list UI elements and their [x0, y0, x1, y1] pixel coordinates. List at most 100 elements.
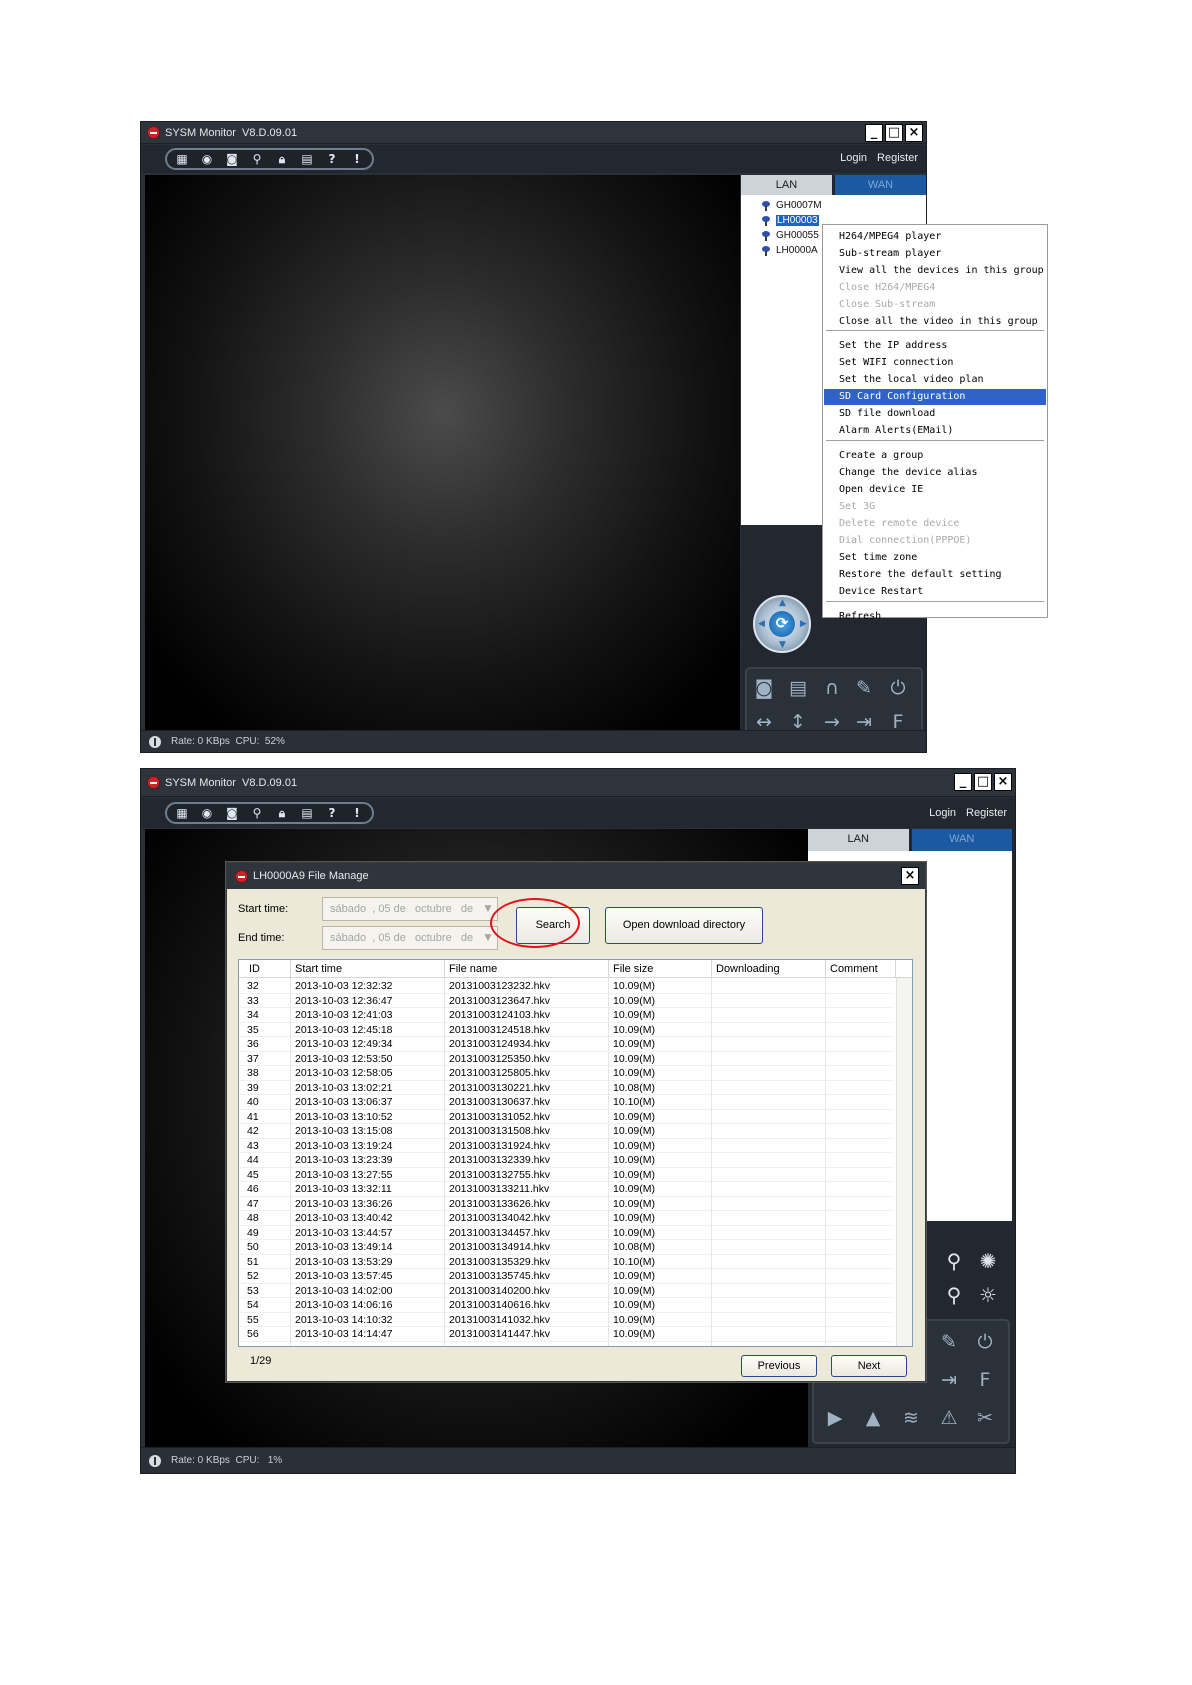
input-icon[interactable]: ⇥ — [936, 1367, 962, 1393]
table-row[interactable]: 37 2013-10-03 12:53:50 20131003125350.hkv 1… — [239, 1052, 894, 1066]
zoom-out-icon[interactable]: ⚲ — [940, 1281, 968, 1309]
film-icon[interactable]: ▤ — [785, 675, 811, 701]
context-menu-item[interactable]: H264/MPEG4 player — [824, 229, 1046, 245]
table-row[interactable]: 39 2013-10-03 13:02:21 20131003130221.hkv 1… — [239, 1081, 894, 1095]
flag-icon[interactable]: ▶ — [822, 1405, 848, 1431]
login-link[interactable]: Login — [840, 152, 867, 164]
camera-snapshot-icon[interactable]: ◙ — [224, 151, 240, 167]
end-time-picker[interactable]: sábado , 05 de octubre de ▼ — [322, 926, 498, 950]
wrench-icon[interactable]: ✂ — [972, 1405, 998, 1431]
close-button[interactable]: × — [905, 124, 923, 142]
info-icon[interactable]: ! — [349, 151, 365, 167]
ptz-up-icon[interactable]: ▲ — [779, 598, 786, 608]
table-row[interactable]: 34 2013-10-03 12:41:03 20131003124103.hkv 1… — [239, 1008, 894, 1023]
table-row[interactable]: 47 2013-10-03 13:36:26 20131003133626.hkv 1… — [239, 1197, 894, 1211]
table-row[interactable]: 42 2013-10-03 13:15:08 20131003131508.hkv 1… — [239, 1124, 894, 1139]
table-row[interactable]: 53 2013-10-03 14:02:00 20131003140200.hkv 1… — [239, 1284, 894, 1298]
column-header[interactable]: Start time — [291, 960, 445, 978]
context-menu-item[interactable]: Close all the video in this group — [824, 314, 1046, 330]
f-icon[interactable]: F — [972, 1367, 998, 1393]
camera-snapshot-icon[interactable]: ◙ — [224, 805, 240, 821]
previous-button[interactable]: Previous — [741, 1355, 817, 1377]
table-row[interactable]: 49 2013-10-03 13:44:57 20131003134457.hkv 1… — [239, 1226, 894, 1240]
help-icon[interactable]: ? — [324, 805, 340, 821]
power-icon[interactable]: ⏻ — [972, 1329, 998, 1355]
camera-icon[interactable]: ◙ — [751, 675, 777, 701]
microphone-icon[interactable]: ✎ — [851, 675, 877, 701]
tab-lan[interactable]: LAN — [741, 175, 832, 195]
headphones-icon[interactable]: ∩ — [819, 675, 845, 701]
context-menu-item[interactable]: Set time zone — [824, 550, 1046, 566]
layout-grid-icon[interactable]: ▦ — [174, 805, 190, 821]
ptz-control[interactable]: ▲ ▼ ◀ ▶ ⟳ — [753, 595, 811, 653]
register-link[interactable]: Register — [966, 807, 1007, 819]
video-viewport[interactable] — [145, 175, 740, 731]
device-item-selected[interactable]: LH00003 — [761, 214, 819, 227]
wifi-icon[interactable]: ≋ — [898, 1405, 924, 1431]
lock-icon[interactable]: 🔒︎ — [274, 805, 290, 821]
sail-icon[interactable]: ▲ — [860, 1405, 886, 1431]
table-row[interactable]: 45 2013-10-03 13:27:55 20131003132755.hkv 1… — [239, 1168, 894, 1182]
lock-icon[interactable]: 🔒︎ — [274, 151, 290, 167]
table-row[interactable]: 35 2013-10-03 12:45:18 20131003124518.hkv 1… — [239, 1023, 894, 1037]
context-menu-item[interactable]: Set WIFI connection — [824, 355, 1046, 371]
brightness-down-icon[interactable]: ☼ — [974, 1281, 1002, 1309]
table-row[interactable]: 40 2013-10-03 13:06:37 20131003130637.hkv 1… — [239, 1095, 894, 1110]
ptz-left-icon[interactable]: ◀ — [758, 619, 765, 629]
table-row[interactable]: 38 2013-10-03 12:58:05 20131003125805.hkv 1… — [239, 1066, 894, 1081]
column-header[interactable]: Comment — [826, 960, 896, 978]
microphone-icon[interactable]: ✎ — [936, 1329, 962, 1355]
table-row[interactable]: 46 2013-10-03 13:32:11 20131003133211.hkv 1… — [239, 1182, 894, 1197]
column-header[interactable]: File name — [445, 960, 609, 978]
context-menu-item[interactable]: Open device IE — [824, 482, 1046, 498]
context-menu-item[interactable]: Set the local video plan — [824, 372, 1046, 388]
dialog-close-button[interactable]: × — [901, 867, 919, 885]
table-row[interactable]: 52 2013-10-03 13:57:45 20131003135745.hkv 1… — [239, 1269, 894, 1284]
open-download-directory-button[interactable]: Open download directory — [605, 907, 763, 944]
column-header[interactable]: File size — [609, 960, 712, 978]
table-row[interactable]: 33 2013-10-03 12:36:47 20131003123647.hkv 1… — [239, 994, 894, 1008]
tab-lan[interactable]: LAN — [808, 829, 909, 851]
start-time-picker[interactable]: sábado , 05 de octubre de ▼ — [322, 897, 498, 921]
tab-wan[interactable]: WAN — [911, 829, 1012, 851]
context-menu-item[interactable]: Refresh — [824, 609, 1046, 625]
table-row[interactable]: 43 2013-10-03 13:19:24 20131003131924.hkv 1… — [239, 1139, 894, 1153]
layout-grid-icon[interactable]: ▦ — [174, 151, 190, 167]
table-row[interactable]: 50 2013-10-03 13:49:14 20131003134914.hkv 1… — [239, 1240, 894, 1255]
context-menu-item[interactable]: Alarm Alerts(EMail) — [824, 423, 1046, 439]
ptz-down-icon[interactable]: ▼ — [779, 640, 786, 650]
close-button[interactable]: × — [994, 773, 1012, 791]
context-menu-item[interactable]: SD Card Configuration — [824, 389, 1046, 405]
minimize-button[interactable]: _ — [954, 773, 972, 791]
document-icon[interactable]: ▤ — [299, 151, 315, 167]
device-item[interactable]: LH0000A — [761, 244, 818, 257]
context-menu-item[interactable]: Sub-stream player — [824, 246, 1046, 262]
search-icon[interactable]: ⚲ — [249, 151, 265, 167]
table-scrollbar[interactable] — [896, 978, 912, 1346]
context-menu-item[interactable]: SD file download — [824, 406, 1046, 422]
table-row[interactable]: 32 2013-10-03 12:32:32 20131003123232.hkv 1… — [239, 979, 894, 994]
table-row[interactable]: 56 2013-10-03 14:14:47 20131003141447.hkv 1… — [239, 1327, 894, 1342]
column-header[interactable]: ID — [239, 960, 291, 978]
next-button[interactable]: Next — [831, 1355, 907, 1377]
context-menu-item[interactable]: Create a group — [824, 448, 1046, 464]
minimize-button[interactable]: _ — [865, 124, 883, 142]
refresh-icon[interactable]: ⟳ — [769, 611, 795, 637]
table-row[interactable]: 41 2013-10-03 13:10:52 20131003131052.hkv 1… — [239, 1110, 894, 1124]
context-menu-item[interactable]: Set the IP address — [824, 338, 1046, 354]
table-row[interactable]: 55 2013-10-03 14:10:32 20131003141032.hkv 1… — [239, 1313, 894, 1327]
table-row[interactable]: 54 2013-10-03 14:06:16 20131003140616.hkv 1… — [239, 1298, 894, 1313]
register-link[interactable]: Register — [877, 152, 918, 164]
tab-wan[interactable]: WAN — [835, 175, 926, 195]
maximize-button[interactable]: □ — [974, 773, 992, 791]
table-row[interactable]: 51 2013-10-03 13:53:29 20131003135329.hkv 1… — [239, 1255, 894, 1269]
login-link[interactable]: Login — [929, 807, 956, 819]
record-icon[interactable]: ◉ — [199, 805, 215, 821]
maximize-button[interactable]: □ — [885, 124, 903, 142]
table-row[interactable]: 36 2013-10-03 12:49:34 20131003124934.hkv 1… — [239, 1037, 894, 1052]
context-menu-item[interactable]: Device Restart — [824, 584, 1046, 600]
context-menu-item[interactable]: Change the device alias — [824, 465, 1046, 481]
info-icon[interactable]: ! — [349, 805, 365, 821]
power-icon[interactable]: ⏻ — [885, 675, 911, 701]
document-icon[interactable]: ▤ — [299, 805, 315, 821]
